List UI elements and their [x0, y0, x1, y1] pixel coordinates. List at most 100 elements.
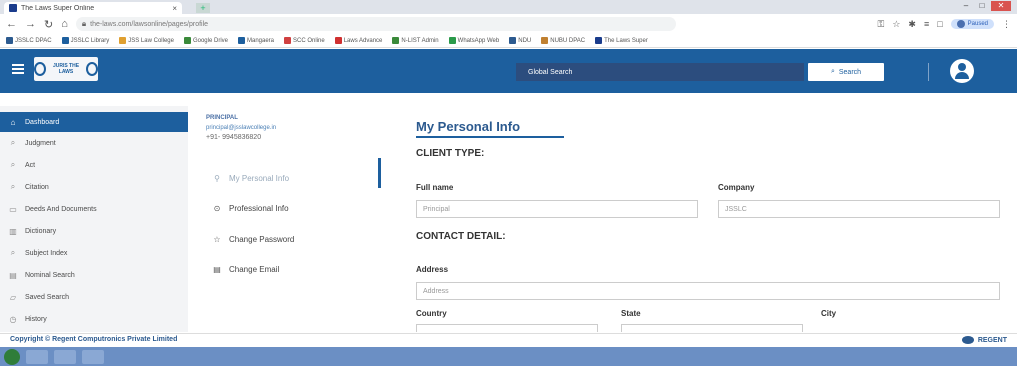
- profile-phone: +91- 9945836820: [206, 134, 262, 141]
- full-name-label: Full name: [416, 183, 454, 192]
- sidebar-item-dictionary[interactable]: ▥ Dictionary: [0, 220, 188, 242]
- search-button[interactable]: ⌕ Search: [808, 63, 884, 81]
- profile-menu-change-email[interactable]: ▤ Change Email: [212, 265, 279, 274]
- lock-icon: 🔒︎: [81, 19, 87, 28]
- url-text: the-laws.com/lawsonline/pages/profile: [90, 20, 209, 28]
- page-title: My Personal Info: [416, 119, 521, 134]
- bookmark-favicon-icon: [392, 37, 400, 44]
- sidebar-item-nominal-search[interactable]: ▤ Nominal Search: [0, 264, 188, 286]
- user-account-icon[interactable]: [950, 59, 974, 83]
- global-search-input[interactable]: Global Search: [516, 63, 804, 81]
- window-controls: – □ ✕: [959, 1, 1011, 11]
- sidebar-item-dashboard[interactable]: ⌂ Dashboard: [0, 112, 188, 132]
- profile-menu-label: Change Password: [229, 235, 295, 244]
- sidebar-item-label: Act: [25, 161, 36, 169]
- app-logo[interactable]: JURIS THE LAWS: [34, 57, 99, 81]
- profile-menu-label: My Personal Info: [229, 174, 290, 183]
- title-underline: [416, 136, 564, 138]
- bookmark-item[interactable]: Laws Advance: [334, 37, 382, 44]
- tab-close-icon[interactable]: ×: [172, 4, 177, 13]
- bookmark-item[interactable]: Mangaera: [237, 37, 275, 44]
- country-label: Country: [416, 309, 447, 318]
- profile-email[interactable]: principal@jsslawcollege.in: [206, 125, 276, 131]
- bookmark-label: WhatsApp Web: [457, 37, 500, 44]
- sidebar-item-label: Judgment: [25, 139, 56, 147]
- logo-text: JURIS THE LAWS: [52, 63, 80, 75]
- more-menu-icon[interactable]: ⋮: [1002, 19, 1011, 30]
- tab-search-icon[interactable]: □: [937, 19, 942, 29]
- list-icon: ▤: [9, 270, 17, 280]
- browser-tab[interactable]: The Laws Super Online ×: [4, 2, 182, 14]
- key-icon[interactable]: ⚿: [877, 19, 884, 30]
- sidebar-item-citation[interactable]: ⌕ Citation: [0, 176, 188, 198]
- profile-menu-label: Professional Info: [229, 204, 289, 213]
- page-footer: Copyright © Regent Computronics Private …: [0, 333, 1017, 347]
- sidebar-item-label: Saved Search: [25, 293, 69, 301]
- copyright-text: Copyright © Regent Computronics Private …: [10, 336, 178, 343]
- sidebar-item-deeds-and-documents[interactable]: ▭ Deeds And Documents: [0, 198, 188, 220]
- state-select[interactable]: [621, 324, 803, 332]
- profile-menu-personal-info[interactable]: ⚲ My Personal Info: [212, 174, 289, 183]
- bookmark-favicon-icon: [183, 37, 191, 44]
- sidebar-item-saved-search[interactable]: ▱ Saved Search: [0, 286, 188, 308]
- menu-icon[interactable]: ≡: [924, 19, 929, 29]
- bookmark-item[interactable]: WhatsApp Web: [448, 37, 500, 44]
- new-tab-button[interactable]: +: [196, 3, 210, 13]
- taskbar-explorer-icon[interactable]: [26, 349, 48, 364]
- profile-role: PRINCIPAL: [206, 115, 238, 121]
- maximize-icon[interactable]: □: [975, 1, 989, 11]
- app-header: JURIS THE LAWS Global Search ⌕ Search: [0, 49, 1017, 93]
- bookmark-item[interactable]: JSSLC Library: [61, 37, 110, 44]
- bookmark-item[interactable]: JSS Law College: [119, 37, 174, 44]
- address-bar: ← → ↻ ⌂ 🔒︎ the-laws.com/lawsonline/pages…: [0, 14, 1017, 34]
- start-button-icon[interactable]: [4, 348, 20, 365]
- profile-menu-professional-info[interactable]: ⊙ Professional Info: [212, 204, 289, 213]
- taskbar-media-icon[interactable]: [54, 349, 76, 364]
- sidebar-item-act[interactable]: ⌕ Act: [0, 154, 188, 176]
- sidebar-item-subject-index[interactable]: ⌕ Subject Index: [0, 242, 188, 264]
- profile-menu-change-password[interactable]: ☆ Change Password: [212, 235, 294, 244]
- profile-paused-button[interactable]: Paused: [950, 19, 994, 29]
- forward-icon[interactable]: →: [25, 18, 36, 30]
- home-icon: ⌂: [10, 117, 16, 127]
- search-icon: ⌕: [10, 160, 16, 169]
- tab-title: The Laws Super Online: [21, 4, 95, 12]
- hamburger-menu-icon[interactable]: [12, 64, 24, 74]
- address-label: Address: [416, 265, 449, 274]
- bookmark-item[interactable]: Google Drive: [183, 37, 228, 44]
- search-icon: ⌕: [10, 138, 16, 147]
- bookmark-item[interactable]: NDU: [509, 37, 531, 44]
- extension-icon[interactable]: ✱: [908, 19, 916, 30]
- url-input[interactable]: 🔒︎ the-laws.com/lawsonline/pages/profile: [75, 17, 676, 31]
- bookmark-label: JSSLC Library: [70, 37, 110, 44]
- profile-avatar-icon: [956, 20, 965, 28]
- bookmark-item[interactable]: JSSLC DPAC: [6, 37, 52, 44]
- company-input[interactable]: JSSLC: [718, 200, 1000, 218]
- sidebar-item-history[interactable]: ◷ History: [0, 308, 188, 330]
- sidebar-item-judgment[interactable]: ⌕ Judgment: [0, 132, 188, 154]
- minimize-icon[interactable]: –: [959, 1, 973, 11]
- regent-logo-icon: [961, 336, 974, 344]
- bookmark-star-icon[interactable]: ☆: [892, 19, 900, 30]
- full-name-input[interactable]: Principal: [416, 200, 698, 218]
- bookmark-item[interactable]: N-LIST Admin: [392, 37, 439, 44]
- back-icon[interactable]: ←: [6, 18, 17, 30]
- bookmark-item[interactable]: NUBU DPAC: [541, 37, 585, 44]
- company-label: Company: [718, 183, 755, 192]
- bookmark-favicon-icon: [237, 37, 245, 44]
- regent-brand-text: REGENT: [977, 336, 1007, 344]
- home-nav-icon[interactable]: ⌂: [61, 18, 68, 30]
- browser-tab-bar: The Laws Super Online × + – □ ✕: [0, 0, 1017, 14]
- address-input[interactable]: Address: [416, 282, 1000, 300]
- country-select[interactable]: [416, 324, 598, 332]
- bookmark-label: Mangaera: [246, 37, 275, 44]
- bookmark-item[interactable]: SCC Online: [284, 37, 325, 44]
- taskbar-browser-icon[interactable]: [82, 349, 104, 364]
- reload-icon[interactable]: ↻: [44, 18, 53, 31]
- bookmark-favicon-icon: [595, 37, 603, 44]
- bookmark-item[interactable]: The Laws Super: [595, 37, 648, 44]
- bookmark-favicon-icon: [509, 37, 517, 44]
- main-content: My Personal Info CLIENT TYPE: Full name …: [406, 106, 1017, 332]
- star-icon: ☆: [213, 235, 221, 244]
- window-close-icon[interactable]: ✕: [991, 1, 1011, 11]
